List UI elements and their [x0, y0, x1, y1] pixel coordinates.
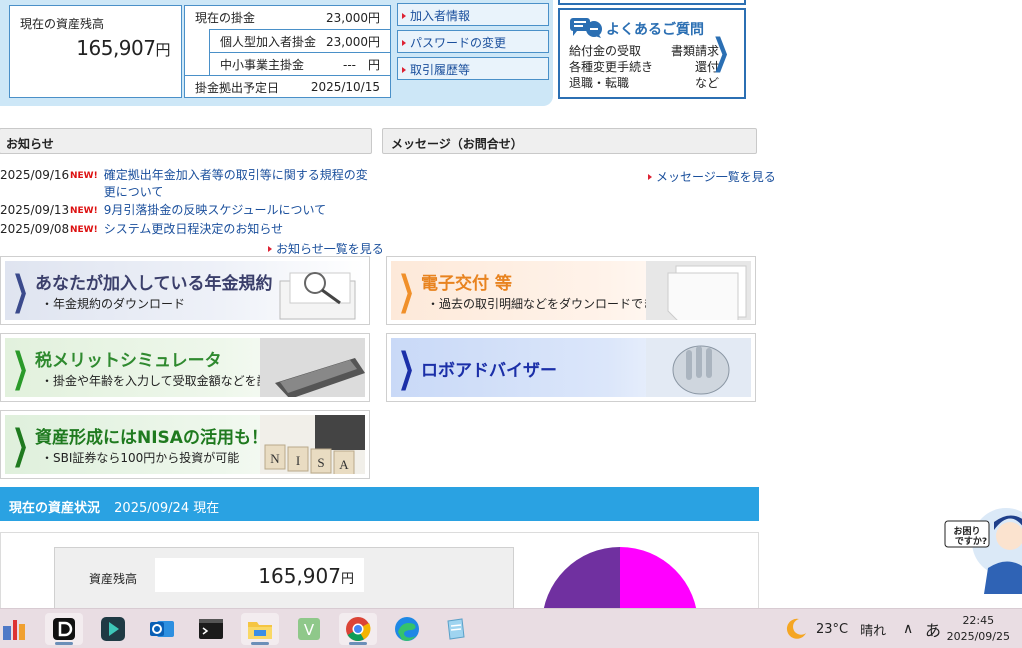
banner-subtitle: ・SBI証券なら100円から投資が可能 [41, 451, 240, 465]
chevron-right-icon: ❯ [12, 268, 29, 314]
faq-topics: 給付金の受取 書類請求 各種変更手続き 還付 退職・転職 など [569, 43, 719, 91]
arrow-icon [402, 39, 406, 46]
asset-balance-value: 165,907円 [155, 558, 364, 592]
chevron-right-icon: ❯ [398, 345, 415, 391]
taskbar: V 23°C 晴れ ∧ あ 22:45 2025/09/25 [0, 608, 1022, 648]
faq-top-border [558, 0, 746, 5]
employer-contribution-row: 中小事業主掛金 --- 円 [209, 52, 390, 75]
asset-allocation-pie [543, 547, 697, 609]
banner-title: 資産形成にはNISAの活用も！ [35, 428, 268, 448]
banner-subtitle: ・掛金や年齢を入力して受取金額などを試算 [41, 374, 281, 388]
banner-title: ロボアドバイザー [421, 361, 557, 381]
svg-text:A: A [339, 457, 349, 472]
chevron-right-icon: ❯ [12, 422, 29, 468]
asset-balance-table: 資産残高 165,907円 [54, 547, 514, 617]
new-badge: NEW! [70, 206, 98, 216]
banner-subtitle: ・過去の取引明細などをダウンロードできます [427, 297, 680, 311]
documents-icon [279, 272, 356, 320]
asset-balance-label: 資産残高 [89, 572, 138, 586]
change-password-link[interactable]: パスワードの変更 [397, 30, 549, 53]
svg-text:N: N [270, 451, 280, 466]
transaction-history-link[interactable]: 取引履歴等 [397, 57, 549, 80]
notices-list: 2025/09/16 NEW! 確定拠出年金加入者等の取引等に関する規程の変更に… [0, 167, 372, 240]
faq-row: 各種変更手続き 還付 [569, 60, 719, 74]
arrow-icon [402, 12, 406, 19]
contribution-due-row: 掛金拠出予定日 2025/10/15 [185, 75, 390, 98]
svg-text:S: S [317, 455, 324, 470]
messages-more-link[interactable]: メッセージ一覧を見る [648, 168, 776, 185]
contribution-box: 現在の掛金 23,000円 個人型加入者掛金 23,000円 中小事業主掛金 -… [184, 5, 391, 98]
faq-box[interactable]: よくあるご質問 給付金の受取 書類請求 各種変更手続き 還付 退職・転職 など ❯ [558, 8, 746, 99]
calculator-nisa-icon: N I S A [260, 415, 365, 474]
outlook-app-icon[interactable] [143, 613, 181, 645]
banner-title: 税メリットシミュレータ [35, 351, 222, 371]
ime-indicator[interactable]: あ [925, 609, 941, 648]
start-widget-icon[interactable] [0, 613, 30, 645]
new-badge: NEW! [70, 171, 98, 181]
asset-balance-value: 165,907円 [76, 36, 170, 60]
account-menu: 加入者情報 パスワードの変更 取引履歴等 [397, 3, 549, 84]
faq-row: 給付金の受取 書類請求 [569, 44, 719, 58]
faq-row: 退職・転職 など [569, 76, 719, 90]
account-summary-panel: 現在の資産残高 165,907円 現在の掛金 23,000円 個人型加入者掛金 … [0, 0, 553, 106]
svg-text:ですか?: ですか? [955, 536, 987, 547]
weather-widget[interactable]: 23°C 晴れ [784, 609, 886, 648]
notice-link[interactable]: 確定拠出年金加入者等の取引等に関する規程の変更について [104, 167, 372, 201]
vim-app-icon[interactable]: V [290, 613, 328, 645]
svg-text:V: V [304, 621, 315, 639]
pie-slice-magenta [620, 547, 697, 609]
tray-chevron-up-icon[interactable]: ∧ [903, 609, 913, 648]
asset-status-date: 2025/09/24 現在 [114, 501, 220, 516]
notices-more-link[interactable]: お知らせ一覧を見る [268, 240, 384, 257]
e-delivery-banner[interactable]: ❯ 電子交付 等 ・過去の取引明細などをダウンロードできます [386, 256, 756, 325]
notices-heading: お知らせ [0, 128, 372, 154]
asset-balance-box: 現在の資産残高 165,907円 [9, 5, 182, 98]
chevron-right-icon: ❯ [398, 268, 415, 314]
tax-simulator-banner[interactable]: ❯ 税メリットシミュレータ ・掛金や年齢を入力して受取金額などを試算 [0, 333, 370, 402]
banner-title: 電子交付 等 [421, 274, 512, 294]
capcut-app-icon[interactable] [94, 613, 132, 645]
svg-text:お困り: お困り [953, 526, 980, 537]
chrome-app-icon[interactable] [339, 613, 377, 645]
member-info-link[interactable]: 加入者情報 [397, 3, 549, 26]
chevron-right-icon: ❯ [12, 345, 29, 391]
paper-stack-icon [646, 261, 751, 320]
arrow-icon [268, 245, 272, 252]
svg-text:I: I [296, 453, 300, 468]
individual-contribution-row: 個人型加入者掛金 23,000円 [209, 29, 390, 52]
robo-advisor-banner[interactable]: ❯ ロボアドバイザー [386, 333, 756, 402]
help-assistant-icon[interactable]: お困り ですか? [944, 506, 1022, 596]
robot-hand-icon [646, 338, 751, 397]
system-clock[interactable]: 22:45 2025/09/25 [947, 613, 1010, 645]
chevron-right-icon: ❯ [711, 32, 730, 73]
new-badge: NEW! [70, 225, 98, 235]
faq-title: よくあるご質問 [606, 22, 704, 38]
arrow-icon [648, 173, 652, 180]
banner-subtitle: ・年金規約のダウンロード [41, 297, 186, 311]
notepad-app-icon[interactable] [437, 613, 475, 645]
asset-status-bar: 現在の資産状況 2025/09/24 現在 [0, 487, 759, 521]
notice-link[interactable]: 9月引落掛金の反映スケジュールについて [104, 202, 326, 220]
list-item: 2025/09/13 NEW! 9月引落掛金の反映スケジュールについて [0, 202, 372, 220]
messages-heading: メッセージ（お問合せ） [382, 128, 757, 154]
notice-link[interactable]: システム更改日程決定のお知らせ [104, 221, 283, 239]
pie-slice-purple [543, 547, 620, 609]
laptop-icon [260, 338, 365, 397]
moon-icon [786, 618, 806, 639]
list-item: 2025/09/08 NEW! システム更改日程決定のお知らせ [0, 221, 372, 239]
current-contribution-row: 現在の掛金 23,000円 [195, 11, 380, 25]
asset-status-title: 現在の資産状況 [9, 501, 101, 516]
banner-title: あなたが加入している年金規約 [35, 274, 273, 294]
edge-app-icon[interactable] [388, 613, 426, 645]
arrow-icon [402, 66, 406, 73]
davinci-app-icon[interactable] [45, 613, 83, 645]
nisa-banner[interactable]: ❯ 資産形成にはNISAの活用も！ ・SBI証券なら100円から投資が可能 N … [0, 410, 370, 479]
asset-balance-label: 現在の資産残高 [20, 17, 105, 31]
chat-bubble-icon [570, 18, 602, 38]
file-explorer-icon[interactable] [241, 613, 279, 645]
list-item: 2025/09/16 NEW! 確定拠出年金加入者等の取引等に関する規程の変更に… [0, 167, 372, 201]
terminal-app-icon[interactable] [192, 613, 230, 645]
pension-plan-banner[interactable]: ❯ あなたが加入している年金規約 ・年金規約のダウンロード [0, 256, 370, 325]
